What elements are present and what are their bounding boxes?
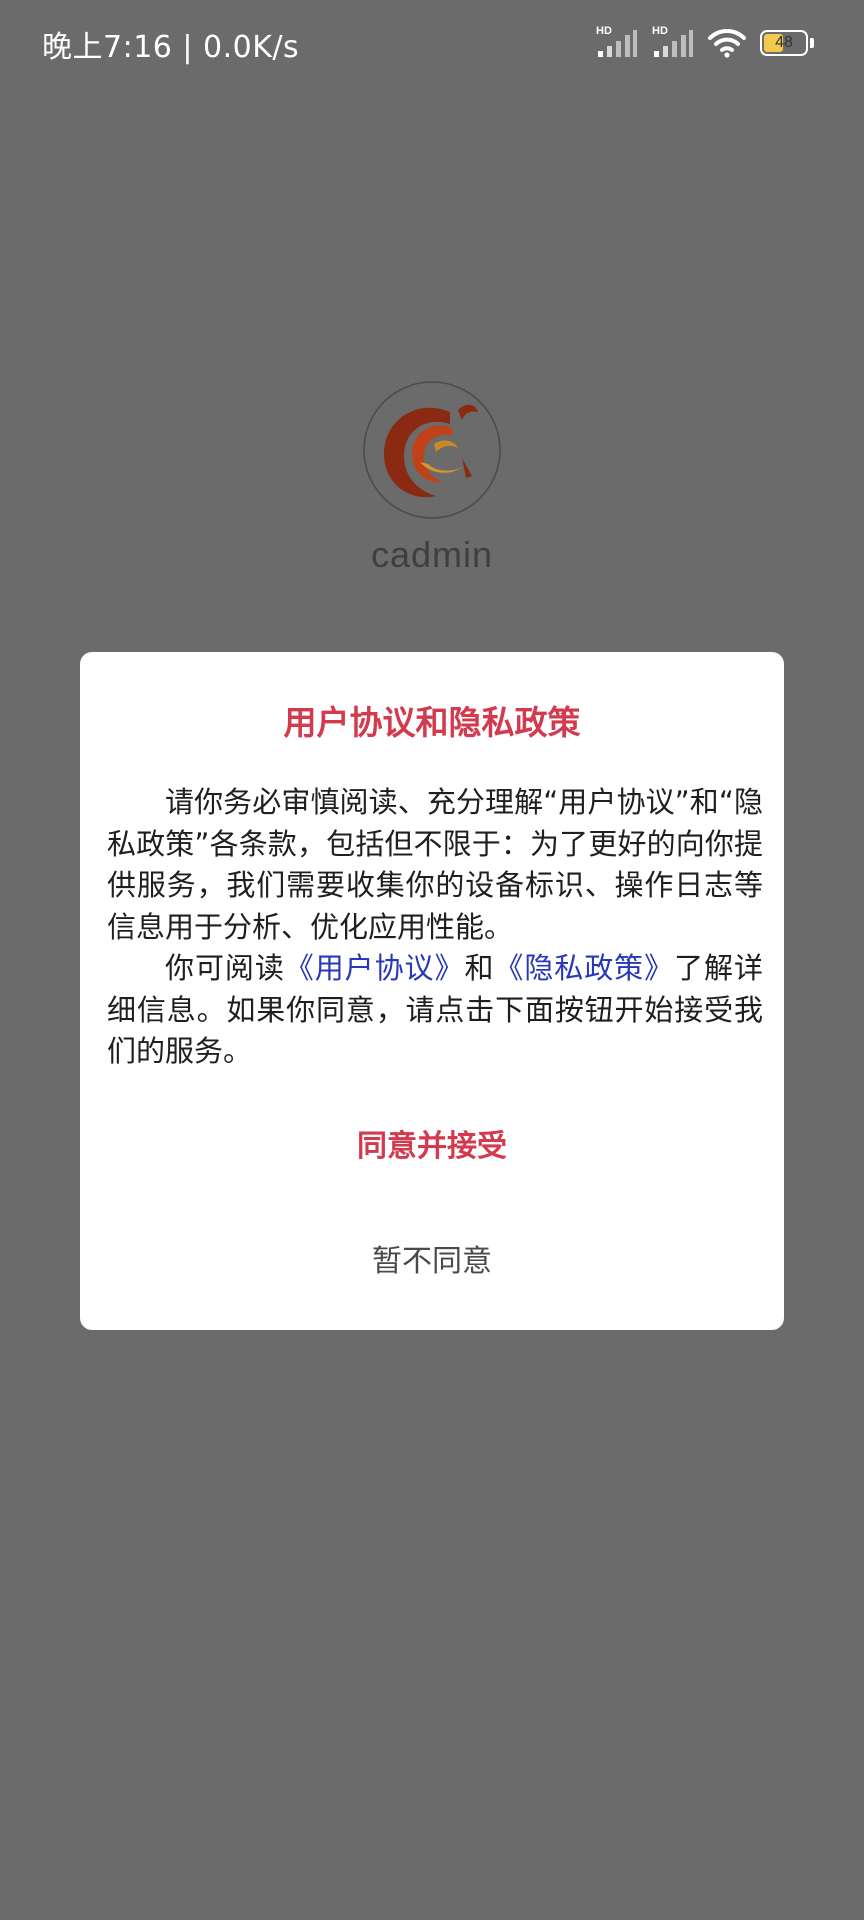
paragraph-2-prefix: 你可阅读 xyxy=(165,951,285,985)
privacy-policy-link[interactable]: 《隐私政策》 xyxy=(494,951,674,985)
agree-button[interactable]: 同意并接受 xyxy=(232,1112,632,1182)
user-agreement-link[interactable]: 《用户协议》 xyxy=(285,951,465,985)
status-bar: 晚上7:16 | 0.0K/s HD HD 48 xyxy=(0,0,864,84)
signal-icon: HD xyxy=(596,25,638,59)
battery-icon: 48 xyxy=(760,30,814,56)
dialog-paragraph-1: 请你务必审慎阅读、充分理解“用户协议”和“隐私政策”各条款，包括但不限于：为了更… xyxy=(107,785,763,944)
paragraph-2-and: 和 xyxy=(464,951,495,985)
app-name: cadmin xyxy=(370,534,494,575)
wifi-icon xyxy=(708,28,746,58)
signal-icon: HD xyxy=(652,25,694,59)
cadmin-logo-icon xyxy=(363,381,501,519)
dialog-paragraph-2: 你可阅读《用户协议》和《隐私政策》了解详细信息。如果你同意，请点击下面按钮开始接… xyxy=(107,948,763,1073)
battery-level: 48 xyxy=(775,34,793,51)
status-icons: HD HD 48 xyxy=(596,25,814,60)
dialog-body: 请你务必审慎阅读、充分理解“用户协议”和“隐私政策”各条款，包括但不限于：为了更… xyxy=(107,782,763,1073)
decline-button[interactable]: 暂不同意 xyxy=(232,1227,632,1297)
status-time: 晚上7:16 | 0.0K/s xyxy=(42,30,300,65)
privacy-dialog: 用户协议和隐私政策 请你务必审慎阅读、充分理解“用户协议”和“隐私政策”各条款，… xyxy=(80,652,784,1330)
dialog-title: 用户协议和隐私政策 xyxy=(283,703,581,742)
